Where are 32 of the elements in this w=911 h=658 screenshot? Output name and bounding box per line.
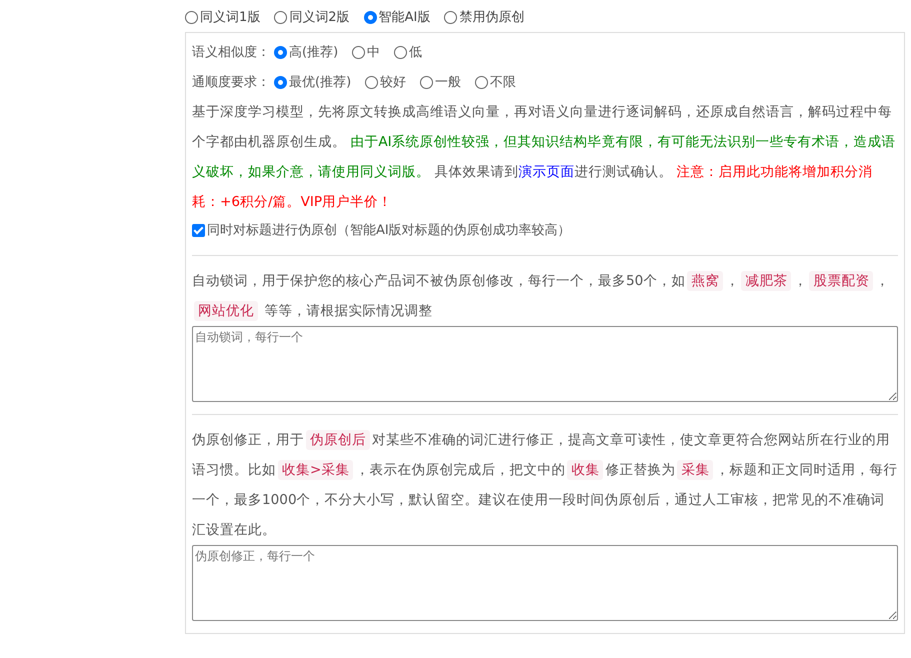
- description-text: 基于深度学习模型，先将原文转换成高维语义向量，再对语义向量进行逐词解码，还原成自然语言，解码过程中每个字都由机器原创生成。 由于AI系统原创性较强，但其知识结构毕竟有限，有可能无法识别一些专有术语，造成语义破坏，如果介意，请使用同义词版。 具体效果请到演示页面进行测试确认。 注意：启用此功能将增加积分消耗：+6积分/篇。VIP用户半价！: [192, 103, 897, 212]
- help-text: 自动锁词，用于保护您的核心产品词不被伪原创修改，每行一个，最多50个，如 燕窝 ， 减肥茶 ， 股票配资 ， 网站优化 等等，请根据实际情况调整: [192, 270, 890, 323]
- option-label[interactable]: 同义词2版: [289, 8, 350, 26]
- help-text: 伪原创修正，用于 伪原创后 对某些不准确的词汇进行修正，提高文章可读性，使文章更符合您网站所在行业的用语习惯。比如 收集>采集 ，表示在伪原创完成后，把文中的 收集 修正替换为 采集 ，标题和正文同时适用，每行一个，最多1000个，不分大小写，默认留空。建议在使用一段时间伪原创后，通过人工审核，把常见的不准确词汇设置在此。: [192, 429, 898, 540]
- option-label[interactable]: 较好: [380, 73, 406, 91]
- radio-button[interactable]: [274, 10, 288, 24]
- checkbox[interactable]: [192, 224, 205, 236]
- option-label[interactable]: 禁用伪原创: [459, 8, 524, 26]
- option-label[interactable]: 不限: [490, 73, 516, 91]
- demo-link[interactable]: 演示页面: [518, 164, 574, 180]
- radio-button[interactable]: [352, 46, 366, 58]
- text-area[interactable]: 伪原创修正，每行一个: [192, 545, 898, 621]
- text-area[interactable]: 自动锁词，每行一个: [192, 326, 898, 402]
- option-label[interactable]: 高(推荐): [289, 43, 338, 61]
- radio-button[interactable]: [274, 46, 287, 58]
- radio-button[interactable]: [185, 10, 198, 24]
- option-label[interactable]: 同义词1版: [200, 8, 260, 26]
- field-label: 通顺度要求：: [192, 74, 270, 91]
- radio-button[interactable]: [364, 10, 377, 24]
- checkbox-label[interactable]: 同时对标题进行伪原创（智能AI版对标题的伪原创成功率较高）: [207, 221, 571, 239]
- option-label[interactable]: 低: [409, 43, 422, 61]
- radio-button[interactable]: [274, 76, 287, 88]
- option-label[interactable]: 最优(推荐): [289, 73, 352, 91]
- option-label[interactable]: 智能AI版: [378, 8, 430, 26]
- option-label[interactable]: 一般: [435, 73, 462, 91]
- option-label[interactable]: 中: [367, 43, 380, 61]
- radio-button[interactable]: [394, 46, 408, 58]
- radio-button[interactable]: [420, 76, 434, 88]
- radio-button[interactable]: [475, 76, 488, 88]
- radio-button[interactable]: [444, 10, 458, 24]
- field-label: 语义相似度：: [192, 44, 270, 61]
- radio-button[interactable]: [365, 76, 378, 88]
